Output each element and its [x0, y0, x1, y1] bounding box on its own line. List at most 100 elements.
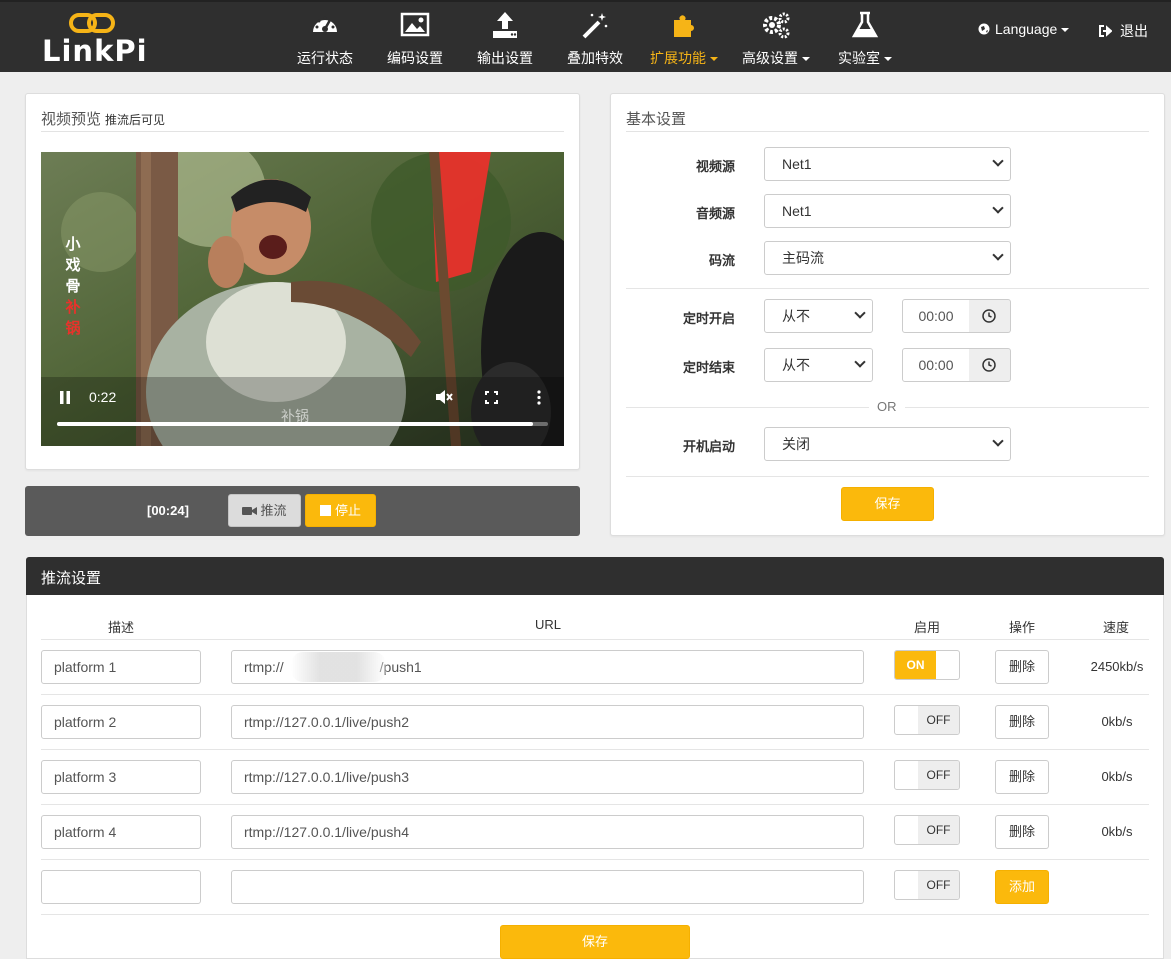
chevron-down-icon [854, 356, 866, 368]
fullscreen-icon[interactable] [485, 391, 498, 404]
url-input[interactable]: rtmp://127.0.0.1/live/push4 [231, 815, 864, 849]
audio-source-select[interactable]: Net1 [764, 194, 1011, 228]
caption-char: 补 [65, 299, 81, 316]
language-label: Language [995, 21, 1058, 37]
col-header-url: URL [535, 617, 562, 632]
timer-off-time-input[interactable]: 00:00 [902, 348, 970, 382]
stop-button[interactable]: 停止 [305, 494, 376, 527]
nav-output[interactable]: 输出设置 [472, 10, 538, 70]
clock-icon [982, 358, 996, 372]
select-value: Net1 [782, 203, 812, 219]
sign-out-icon [1099, 25, 1113, 37]
push-button[interactable]: 推流 [228, 494, 301, 527]
new-enable-toggle[interactable]: OFF [894, 870, 960, 900]
caption-char: 戏 [65, 257, 81, 274]
audio-source-label: 音频源 [695, 206, 735, 221]
row-divider [41, 914, 1149, 915]
timer-off-mode-select[interactable]: 从不 [764, 348, 873, 382]
top-navbar: LinkPi 运行状态 编码设置 输出设置 叠加特效 扩展功能 高级设置 实验室… [0, 0, 1171, 72]
clock-icon [982, 309, 996, 323]
url-prefix: rtmp:// [244, 659, 284, 675]
toggle-off-label: OFF [918, 816, 959, 844]
panel-title: 视频预览 推流后可见 [41, 108, 564, 132]
enable-toggle[interactable]: OFF [894, 705, 960, 735]
brand-name: LinkPi [42, 34, 148, 68]
caption-char: 锅 [65, 320, 81, 337]
divider [626, 288, 1149, 289]
puzzle-icon [674, 15, 694, 37]
timer-off-label: 定时结束 [682, 360, 735, 375]
chevron-down-icon [992, 155, 1004, 167]
url-input[interactable]: rtmp://127.0.0.1/live/push2 [231, 705, 864, 739]
delete-button[interactable]: 删除 [995, 760, 1049, 794]
desc-input[interactable]: platform 1 [41, 650, 201, 684]
or-label: OR [869, 399, 905, 414]
stop-square-icon [319, 505, 331, 516]
delete-button[interactable]: 删除 [995, 815, 1049, 849]
video-source-label: 视频源 [695, 159, 735, 174]
nav-overlay[interactable]: 叠加特效 [562, 10, 628, 70]
logout-link[interactable]: 退出 [1099, 21, 1148, 41]
select-value: 从不 [782, 357, 810, 373]
enable-toggle[interactable]: OFF [894, 760, 960, 790]
boot-start-select[interactable]: 关闭 [764, 427, 1011, 461]
nav-label: 实验室 [832, 48, 898, 68]
video-time: 0:22 [89, 389, 117, 405]
caption-char: 骨 [65, 278, 81, 295]
chevron-down-icon [854, 307, 866, 319]
caption-char: 小 [65, 236, 81, 253]
video-camera-icon [242, 507, 258, 515]
timer-on-clock-button[interactable] [969, 299, 1011, 333]
video-source-select[interactable]: Net1 [764, 147, 1011, 181]
desc-input[interactable]: platform 4 [41, 815, 201, 849]
nav-label: 运行状态 [297, 50, 353, 66]
push-control-bar: [00:24] 推流 停止 [25, 486, 580, 536]
col-header-desc: 描述 [108, 620, 135, 635]
chain-link-icon [69, 13, 115, 33]
col-header-speed: 速度 [1103, 620, 1130, 635]
linkpi-logo[interactable]: LinkPi [42, 12, 148, 68]
toggle-off-label: OFF [918, 706, 959, 734]
basic-save-button[interactable]: 保存 [841, 487, 934, 521]
new-desc-input[interactable] [41, 870, 201, 904]
select-value: 从不 [782, 308, 810, 324]
pause-icon[interactable] [59, 391, 71, 404]
url-input[interactable]: rtmp://127.0.0.1/live/push3 [231, 760, 864, 794]
desc-input[interactable]: platform 2 [41, 705, 201, 739]
nav-advanced[interactable]: 高级设置 [736, 10, 816, 70]
col-header-action: 操作 [1009, 620, 1036, 635]
nav-lab[interactable]: 实验室 [832, 10, 898, 70]
more-options-icon[interactable] [537, 390, 541, 405]
new-url-input[interactable] [231, 870, 864, 904]
stream-label: 码流 [708, 253, 735, 268]
muted-icon[interactable] [435, 389, 453, 405]
video-player[interactable]: 小 戏 骨 补 锅 补锅 0:22 [41, 152, 564, 446]
timer-on-mode-select[interactable]: 从不 [764, 299, 873, 333]
nav-status[interactable]: 运行状态 [292, 10, 358, 70]
video-progress-track[interactable] [57, 422, 548, 426]
add-button[interactable]: 添加 [995, 870, 1049, 904]
logout-label: 退出 [1120, 23, 1148, 39]
timer-off-clock-button[interactable] [969, 348, 1011, 382]
language-menu[interactable]: Language [978, 21, 1070, 37]
row-divider [41, 749, 1149, 750]
select-value: 关闭 [782, 436, 810, 452]
stream-select[interactable]: 主码流 [764, 241, 1011, 275]
enable-toggle[interactable]: ON [894, 650, 960, 680]
enable-toggle[interactable]: OFF [894, 815, 960, 845]
chevron-down-icon [992, 249, 1004, 261]
delete-button[interactable]: 删除 [995, 650, 1049, 684]
panel-title: 基本设置 [626, 108, 1149, 132]
delete-button[interactable]: 删除 [995, 705, 1049, 739]
row-divider [41, 694, 1149, 695]
col-header-enable: 启用 [914, 620, 941, 635]
desc-input[interactable]: platform 3 [41, 760, 201, 794]
nav-extension[interactable]: 扩展功能 [644, 10, 724, 70]
boot-start-label: 开机启动 [682, 439, 735, 454]
timer-on-time-input[interactable]: 00:00 [902, 299, 970, 333]
magic-wand-icon [582, 13, 608, 39]
streams-save-button[interactable]: 保存 [500, 925, 690, 959]
nav-encode[interactable]: 编码设置 [382, 10, 448, 70]
nav-label: 输出设置 [477, 50, 533, 66]
stop-button-label: 停止 [334, 503, 361, 518]
